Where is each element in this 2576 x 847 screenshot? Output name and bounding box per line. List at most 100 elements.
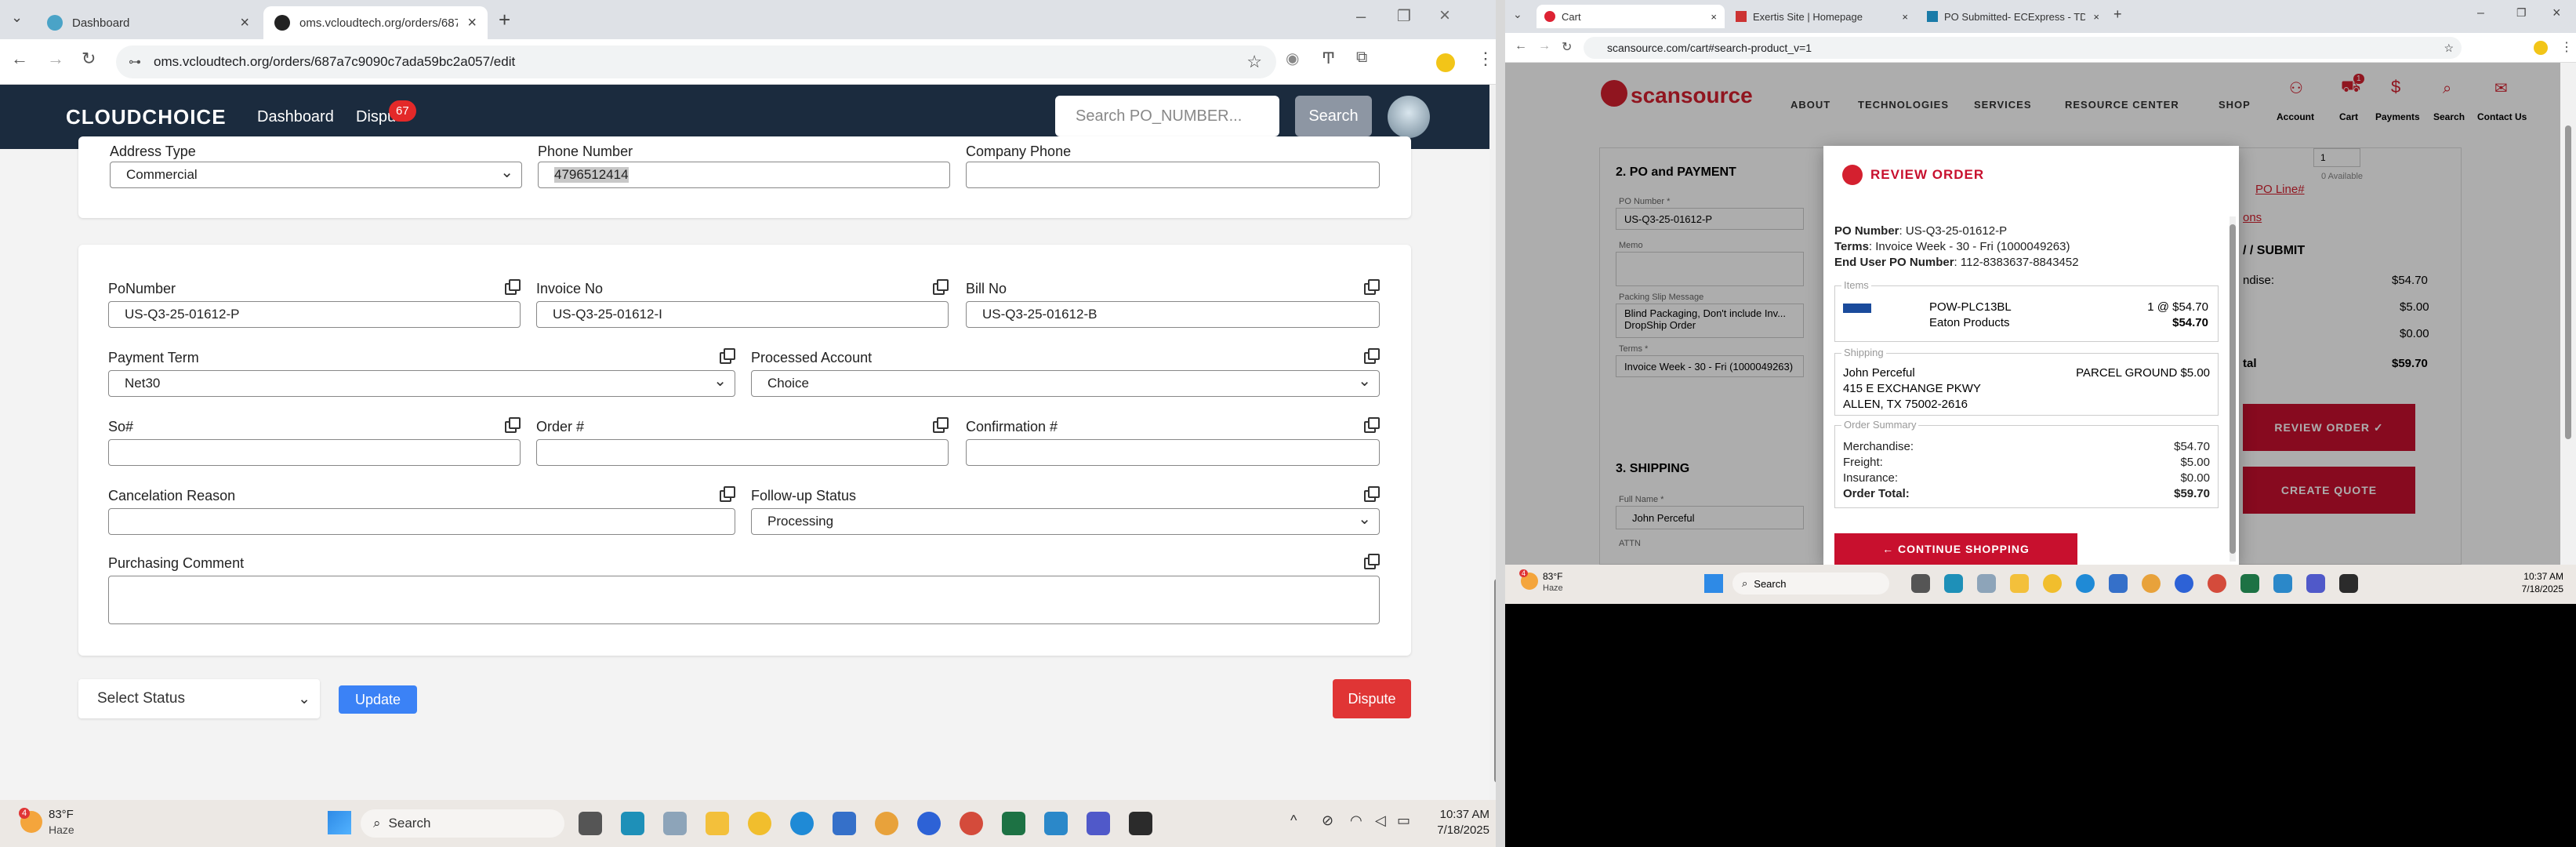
tab-cart[interactable]: Cart × xyxy=(1537,5,1725,28)
tray-network-icon[interactable]: ⊘ xyxy=(1322,812,1333,829)
continue-shopping-button[interactable]: ← CONTINUE SHOPPING xyxy=(1834,533,2077,565)
bookmark-star-icon[interactable]: ☆ xyxy=(1246,52,1262,72)
po-search-input[interactable]: Search PO_NUMBER... xyxy=(1055,96,1279,136)
clock-date[interactable]: 7/18/2025 xyxy=(1427,823,1489,837)
clock-time[interactable]: 10:37 AM xyxy=(2509,571,2563,582)
outlook-icon[interactable] xyxy=(2109,574,2128,593)
teams-icon[interactable] xyxy=(1087,812,1110,835)
bookmark-star-icon[interactable]: ☆ xyxy=(2444,42,2454,55)
extension-icon[interactable]: ◉ xyxy=(1286,49,1299,68)
company-phone-input[interactable] xyxy=(966,162,1380,188)
volume-icon[interactable]: ◁ xyxy=(1375,812,1386,829)
cancel-reason-input[interactable] xyxy=(108,508,735,535)
copy-icon[interactable] xyxy=(720,486,735,502)
maximize-icon[interactable]: ❐ xyxy=(1397,6,1411,26)
menu-kebab-icon[interactable]: ⋮ xyxy=(1477,49,1494,69)
po-number-input[interactable]: US-Q3-25-01612-P xyxy=(108,301,521,328)
modal-scrollbar-thumb[interactable] xyxy=(2230,224,2236,554)
clock-date[interactable]: 7/18/2025 xyxy=(2501,583,2563,594)
tab-search-icon[interactable]: ⌄ xyxy=(11,9,23,26)
new-tab-icon[interactable]: + xyxy=(2113,6,2122,23)
close-tab-icon[interactable]: × xyxy=(1902,11,1908,23)
windows-start-icon[interactable] xyxy=(1704,574,1723,593)
chrome-profile-icon[interactable] xyxy=(875,812,898,835)
phone-input[interactable]: 4796512414 xyxy=(538,162,950,188)
tab-po-submitted[interactable]: PO Submitted- ECExpress - TD × xyxy=(1919,5,2107,28)
copy-icon[interactable] xyxy=(933,279,949,295)
close-tab-icon[interactable]: × xyxy=(2093,11,2099,23)
oms-logo[interactable]: CLOUDCHOICE xyxy=(66,105,227,129)
edge-icon[interactable] xyxy=(1944,574,1963,593)
profile-avatar[interactable] xyxy=(2534,41,2548,55)
user-avatar[interactable] xyxy=(1388,96,1430,138)
extensions-puzzle-icon[interactable]: ⧉ xyxy=(1356,49,1367,67)
close-window-icon[interactable]: × xyxy=(1439,5,1450,27)
sticky-notes-icon[interactable] xyxy=(2339,574,2358,593)
taskbar-search[interactable]: ⌕ Search xyxy=(1732,573,1889,594)
chrome-alt-icon[interactable] xyxy=(960,812,983,835)
scrollbar-thumb[interactable] xyxy=(2565,125,2571,439)
forward-icon[interactable]: → xyxy=(47,49,64,69)
taskbar-search[interactable]: ⌕ Search xyxy=(361,809,564,838)
invoice-input[interactable]: US-Q3-25-01612-I xyxy=(536,301,949,328)
modal-scrollbar[interactable] xyxy=(2230,216,2236,562)
file-explorer-icon[interactable] xyxy=(706,812,729,835)
close-tab-icon[interactable]: × xyxy=(1711,11,1717,23)
chrome-icon[interactable] xyxy=(748,812,771,835)
minimize-icon[interactable]: – xyxy=(2477,6,2484,20)
maximize-icon[interactable]: ❐ xyxy=(2516,6,2527,20)
teams-icon[interactable] xyxy=(2306,574,2325,593)
payment-term-select[interactable]: Net30 xyxy=(108,370,735,397)
profile-avatar[interactable] xyxy=(1436,53,1455,72)
clock-time[interactable]: 10:37 AM xyxy=(1435,808,1489,821)
copy-icon[interactable] xyxy=(1364,554,1380,569)
followup-select[interactable]: Processing xyxy=(751,508,1380,535)
reading-mode-icon[interactable]: Ͳ xyxy=(1322,49,1335,68)
edge-browser-icon[interactable] xyxy=(2076,574,2095,593)
order-input[interactable] xyxy=(536,439,949,466)
sticky-notes-icon[interactable] xyxy=(1129,812,1152,835)
wifi-icon[interactable]: ◠ xyxy=(1350,812,1362,829)
nav-dashboard[interactable]: Dashboard xyxy=(257,108,334,126)
copy-icon[interactable] xyxy=(1364,417,1380,433)
windows-start-icon[interactable] xyxy=(328,811,351,834)
close-tab-icon[interactable]: × xyxy=(240,14,249,32)
photos-icon[interactable] xyxy=(1044,812,1068,835)
edge-icon[interactable] xyxy=(621,812,644,835)
copy-icon[interactable] xyxy=(1364,486,1380,502)
file-explorer-icon[interactable] xyxy=(2010,574,2029,593)
outlook-icon[interactable] xyxy=(833,812,856,835)
tab-exertis[interactable]: Exertis Site | Homepage × xyxy=(1728,5,1916,28)
chrome-alt-icon[interactable] xyxy=(2208,574,2226,593)
reload-icon[interactable]: ↻ xyxy=(82,49,96,69)
reload-icon[interactable]: ↻ xyxy=(1562,39,1572,55)
task-view-icon[interactable] xyxy=(1911,574,1930,593)
comment-textarea[interactable] xyxy=(108,576,1380,624)
calculator-icon[interactable] xyxy=(663,812,687,835)
site-info-icon[interactable]: ⊶ xyxy=(129,54,141,70)
status-select[interactable]: Select Status ⌄ xyxy=(78,679,320,718)
url-bar[interactable]: ⊶ oms.vcloudtech.org/orders/687a7c9090c7… xyxy=(116,45,1276,78)
minimize-icon[interactable]: – xyxy=(1356,6,1366,27)
update-button[interactable]: Update xyxy=(339,685,417,714)
copy-icon[interactable] xyxy=(505,279,521,295)
address-type-select[interactable]: Commercial xyxy=(110,162,522,188)
tab-search-icon[interactable]: ⌄ xyxy=(1513,8,1522,21)
copy-icon[interactable] xyxy=(1364,279,1380,295)
menu-kebab-icon[interactable]: ⋮ xyxy=(2560,39,2573,55)
copy-icon[interactable] xyxy=(933,417,949,433)
confirmation-input[interactable] xyxy=(966,439,1380,466)
photos-icon[interactable] xyxy=(2273,574,2292,593)
calculator-icon[interactable] xyxy=(1977,574,1996,593)
dispute-button[interactable]: Dispute xyxy=(1333,679,1411,718)
item-sku[interactable]: POW-PLC13BL xyxy=(1929,300,2012,314)
search-button[interactable]: Search xyxy=(1295,96,1372,136)
forward-icon[interactable]: → xyxy=(1538,39,1551,53)
battery-icon[interactable]: ▭ xyxy=(1397,812,1410,829)
close-tab-icon[interactable]: × xyxy=(467,14,477,32)
zoom-icon[interactable] xyxy=(2175,574,2193,593)
copy-icon[interactable] xyxy=(505,417,521,433)
new-tab-icon[interactable]: + xyxy=(499,8,510,32)
tray-chevron-icon[interactable]: ^ xyxy=(1290,812,1297,829)
task-view-icon[interactable] xyxy=(579,812,602,835)
